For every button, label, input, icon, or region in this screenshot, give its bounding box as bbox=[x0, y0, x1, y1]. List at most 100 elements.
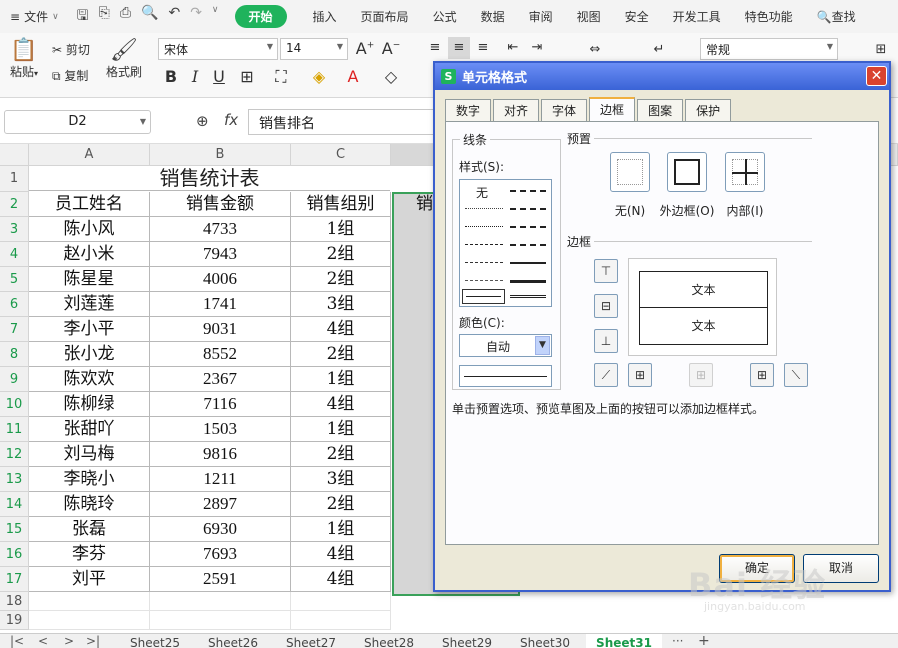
zoom-icon[interactable]: ⊕ bbox=[196, 112, 209, 130]
row-header[interactable]: 17 bbox=[0, 567, 29, 592]
group-cell[interactable]: 4组 bbox=[291, 392, 391, 417]
empty-cell[interactable] bbox=[150, 592, 291, 611]
name-cell[interactable]: 李晓小 bbox=[29, 467, 150, 492]
row-header[interactable]: 7 bbox=[0, 317, 29, 342]
sheet-tab[interactable]: Sheet30 bbox=[508, 634, 582, 648]
group-cell[interactable]: 3组 bbox=[291, 292, 391, 317]
sheet-tab[interactable]: Sheet29 bbox=[430, 634, 504, 648]
print-preview-icon[interactable]: 🔍 bbox=[141, 5, 158, 29]
align-bottom-icon[interactable]: ≡ bbox=[472, 37, 494, 59]
paste-button[interactable]: 📋 粘贴▾ bbox=[6, 39, 42, 80]
align-top-icon[interactable]: ≡ bbox=[424, 37, 446, 59]
indent-increase-icon[interactable]: ⇥ bbox=[526, 37, 548, 59]
group-cell[interactable]: 2组 bbox=[291, 267, 391, 292]
wrap-text-icon[interactable]: ↵ bbox=[648, 39, 670, 61]
name-cell[interactable]: 刘马梅 bbox=[29, 442, 150, 467]
amount-cell[interactable]: 2367 bbox=[150, 367, 291, 392]
row-header[interactable]: 4 bbox=[0, 242, 29, 267]
name-cell[interactable]: 陈小风 bbox=[29, 217, 150, 242]
merge-cells-icon[interactable]: ⇔ bbox=[584, 39, 606, 61]
line-style-medium-dashed[interactable] bbox=[510, 244, 546, 246]
amount-cell[interactable]: 4006 bbox=[150, 267, 291, 292]
group-cell[interactable]: 4组 bbox=[291, 542, 391, 567]
select-all-corner[interactable] bbox=[0, 144, 29, 166]
border-top-button[interactable]: ⊤ bbox=[594, 259, 618, 283]
print-icon[interactable]: ⎙ bbox=[120, 5, 131, 29]
row-header[interactable]: 15 bbox=[0, 517, 29, 542]
line-style-double[interactable] bbox=[510, 295, 546, 298]
header-cell-name[interactable]: 员工姓名 bbox=[29, 192, 150, 217]
line-style-medium-dash-dot[interactable] bbox=[510, 226, 546, 228]
sheet-title-cell[interactable]: 销售统计表 bbox=[29, 166, 390, 191]
name-cell[interactable]: 陈星星 bbox=[29, 267, 150, 292]
amount-cell[interactable]: 4733 bbox=[150, 217, 291, 242]
underline-icon[interactable]: U bbox=[208, 67, 230, 86]
empty-cell[interactable] bbox=[29, 592, 150, 611]
fill-color-icon[interactable]: ◈ bbox=[308, 67, 330, 86]
border-bottom-button[interactable]: ⊥ bbox=[594, 329, 618, 353]
group-cell[interactable]: 2组 bbox=[291, 242, 391, 267]
row-header[interactable]: 16 bbox=[0, 542, 29, 567]
group-cell[interactable]: 2组 bbox=[291, 442, 391, 467]
tab-data[interactable]: 数据 bbox=[469, 8, 517, 25]
name-cell[interactable]: 李小平 bbox=[29, 317, 150, 342]
border-right-button[interactable]: ⊞ bbox=[750, 363, 774, 387]
sheet-tab[interactable]: Sheet26 bbox=[196, 634, 270, 648]
name-cell[interactable]: 陈晓玲 bbox=[29, 492, 150, 517]
line-style-dash-dot[interactable] bbox=[465, 244, 503, 245]
row-header[interactable]: 9 bbox=[0, 367, 29, 392]
tab-page-layout[interactable]: 页面布局 bbox=[349, 8, 421, 25]
align-middle-icon[interactable]: ≡ bbox=[448, 37, 470, 59]
row-header[interactable]: 13 bbox=[0, 467, 29, 492]
header-cell-amount[interactable]: 销售金额 bbox=[150, 192, 291, 217]
amount-cell[interactable]: 6930 bbox=[150, 517, 291, 542]
sheet-tab[interactable]: Sheet27 bbox=[274, 634, 348, 648]
preset-outline-button[interactable] bbox=[667, 152, 707, 192]
chevron-down-icon[interactable]: ∨ bbox=[212, 5, 219, 29]
column-header-b[interactable]: B bbox=[150, 144, 291, 166]
name-cell[interactable]: 张甜吖 bbox=[29, 417, 150, 442]
last-sheet-icon[interactable]: >| bbox=[86, 634, 100, 648]
tab-home[interactable]: 开始 bbox=[234, 5, 287, 28]
search-tab[interactable]: 🔍查找 bbox=[805, 8, 856, 25]
number-format-select[interactable]: 常规 ▼ bbox=[700, 38, 838, 60]
indent-decrease-icon[interactable]: ⇤ bbox=[502, 37, 524, 59]
row-header[interactable]: 18 bbox=[0, 592, 29, 611]
amount-cell[interactable]: 9031 bbox=[150, 317, 291, 342]
redo-icon[interactable]: ↷ bbox=[190, 5, 202, 29]
row-header[interactable]: 19 bbox=[0, 611, 29, 630]
name-cell[interactable]: 赵小米 bbox=[29, 242, 150, 267]
line-style-medium[interactable] bbox=[510, 262, 546, 264]
group-cell[interactable]: 2组 bbox=[291, 492, 391, 517]
first-sheet-icon[interactable]: |< bbox=[10, 634, 24, 648]
tab-protection[interactable]: 保护 bbox=[685, 99, 732, 121]
line-style-dash-dot-dot[interactable] bbox=[465, 262, 503, 263]
row-header[interactable]: 12 bbox=[0, 442, 29, 467]
name-cell[interactable]: 刘莲莲 bbox=[29, 292, 150, 317]
row-header[interactable]: 1 bbox=[0, 166, 29, 192]
fill-style-icon[interactable]: ⛶ bbox=[270, 67, 292, 87]
more-sheets-icon[interactable]: ··· bbox=[672, 634, 683, 648]
row-header[interactable]: 2 bbox=[0, 192, 29, 217]
row-header[interactable]: 3 bbox=[0, 217, 29, 242]
group-cell[interactable]: 4组 bbox=[291, 567, 391, 592]
increase-font-icon[interactable]: A+ bbox=[354, 39, 376, 58]
row-header[interactable]: 14 bbox=[0, 492, 29, 517]
file-menu[interactable]: ≡ 文件 ∨ bbox=[0, 8, 71, 25]
preset-none-button[interactable] bbox=[610, 152, 650, 192]
font-size-select[interactable]: 14 ▼ bbox=[280, 38, 348, 60]
color-select[interactable]: 自动 ▼ bbox=[459, 334, 552, 357]
row-header[interactable]: 11 bbox=[0, 417, 29, 442]
export-icon[interactable]: ⎘ bbox=[99, 5, 110, 29]
amount-cell[interactable]: 2591 bbox=[150, 567, 291, 592]
tab-developer[interactable]: 开发工具 bbox=[661, 8, 733, 25]
bold-icon[interactable]: B bbox=[160, 67, 182, 86]
cut-button[interactable]: ✂ 剪切 bbox=[52, 41, 90, 58]
copy-button[interactable]: ⧉ 复制 bbox=[52, 67, 88, 84]
line-style-hair[interactable] bbox=[465, 208, 503, 209]
empty-cell[interactable] bbox=[29, 611, 150, 630]
border-preview[interactable]: 文本 文本 bbox=[628, 258, 777, 356]
table-style-icon[interactable]: ⊞ bbox=[870, 39, 892, 61]
tab-formulas[interactable]: 公式 bbox=[421, 8, 469, 25]
group-cell[interactable]: 1组 bbox=[291, 417, 391, 442]
